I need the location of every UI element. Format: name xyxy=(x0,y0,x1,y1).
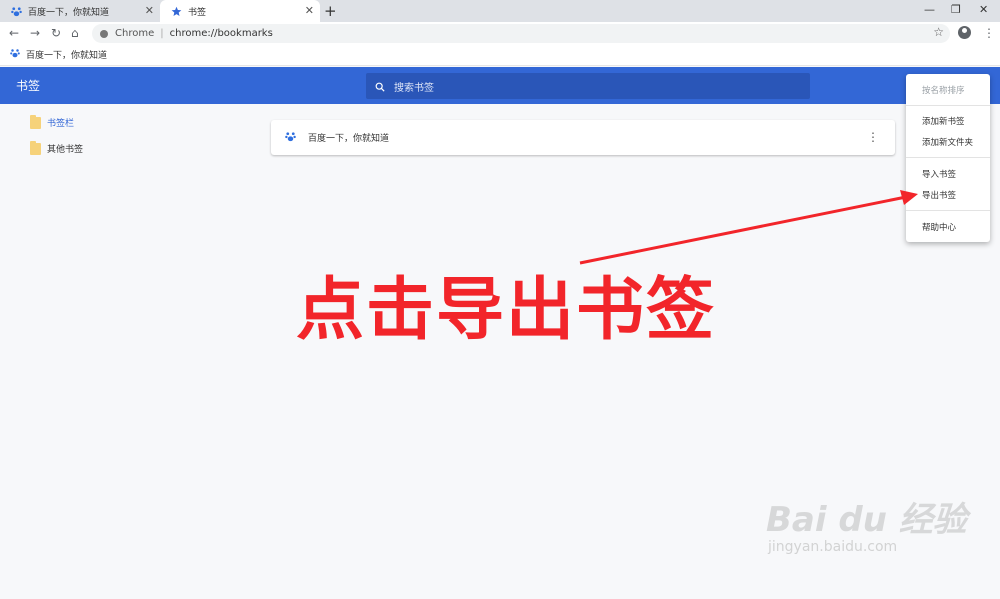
watermark-url: jingyan.baidu.com xyxy=(768,539,898,555)
watermark: Bai du 经验 jingyan.baidu.com xyxy=(766,492,967,555)
watermark-logo: Bai du 经验 xyxy=(766,500,967,540)
annotation-text: 点击导出书签 xyxy=(296,271,717,350)
